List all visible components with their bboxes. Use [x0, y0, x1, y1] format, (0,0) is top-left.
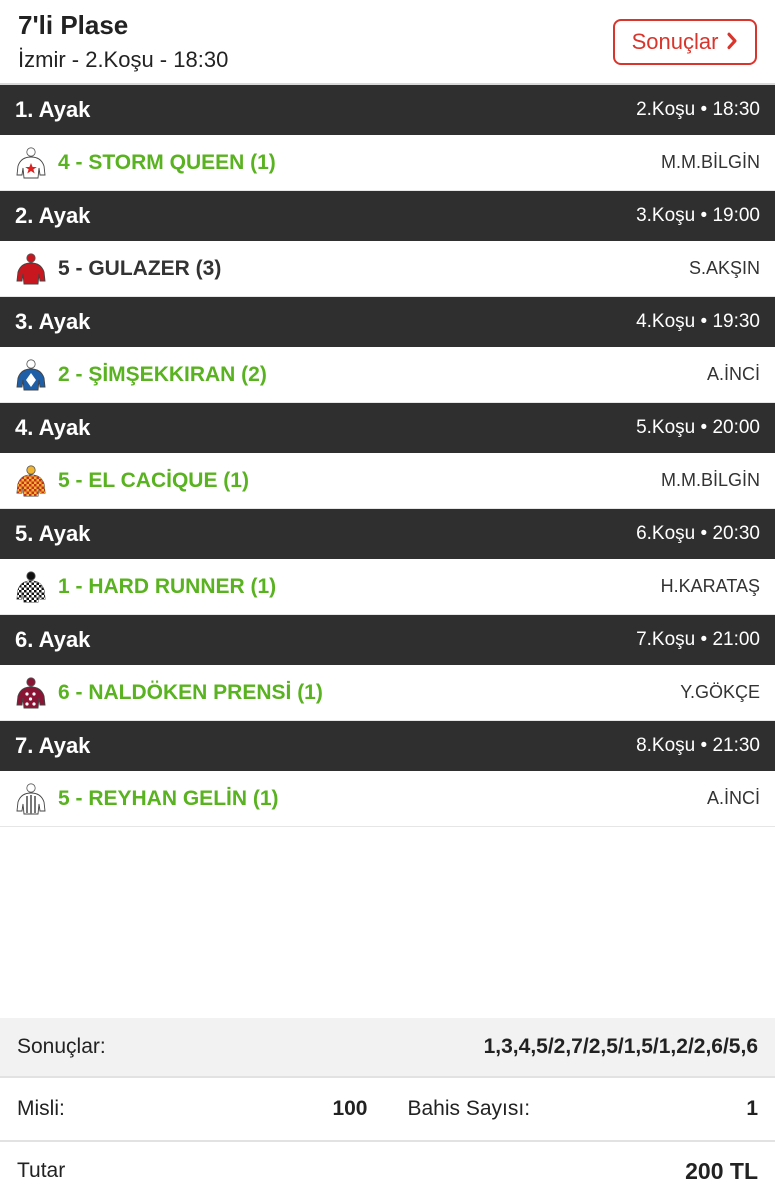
leg-name: 1. Ayak: [15, 97, 91, 122]
runner-row[interactable]: 2 - ŞİMŞEKKIRAN (2) A.İNCİ: [0, 347, 775, 403]
jockey-silk-icon: [14, 676, 48, 710]
runner-name: 1 - HARD RUNNER (1): [58, 574, 277, 598]
results-button[interactable]: Sonuçlar: [613, 19, 757, 65]
jockey-name: M.M.BİLGİN: [660, 152, 760, 172]
results-label: Sonuçlar:: [17, 1035, 106, 1058]
leg-name: 2. Ayak: [15, 203, 91, 228]
bet-count-cell: Bahis Sayısı: 1: [388, 1097, 775, 1121]
leg-header: 5. Ayak 6.Koşu • 20:30: [0, 509, 775, 559]
leg-name: 3. Ayak: [15, 309, 91, 334]
legs-list: 1. Ayak 2.Koşu • 18:30 4 - STORM QUEEN (…: [0, 85, 775, 827]
multiplier-betcount-row: Misli: 100 Bahis Sayısı: 1: [0, 1078, 775, 1142]
runner-row[interactable]: 1 - HARD RUNNER (1) H.KARATAŞ: [0, 559, 775, 615]
jockey-silk-icon: [14, 782, 48, 816]
jockey-name: M.M.BİLGİN: [660, 470, 760, 490]
leg-name: 5. Ayak: [15, 521, 91, 546]
runner-row[interactable]: 4 - STORM QUEEN (1) M.M.BİLGİN: [0, 135, 775, 191]
leg-race-time: 8.Koşu • 21:30: [636, 735, 760, 756]
results-value: 1,3,4,5/2,7/2,5/1,5/1,2/2,6/5,6: [483, 1035, 758, 1058]
jockey-name: Y.GÖKÇE: [680, 682, 760, 702]
page-header: 7'li Plase İzmir - 2.Koşu - 18:30 Sonuçl…: [0, 0, 775, 85]
page-title: 7'li Plase: [18, 10, 129, 40]
leg-race-time: 2.Koşu • 18:30: [636, 99, 760, 120]
leg-race-time: 5.Koşu • 20:00: [636, 417, 760, 438]
bet-count-label: Bahis Sayısı:: [407, 1097, 531, 1120]
leg-race-time: 3.Koşu • 19:00: [636, 205, 760, 226]
jockey-name: A.İNCİ: [706, 364, 760, 384]
jockey-name: A.İNCİ: [706, 788, 760, 808]
leg-name: 7. Ayak: [15, 733, 91, 758]
multiplier-label: Misli:: [17, 1097, 65, 1120]
leg-header: 7. Ayak 8.Koşu • 21:30: [0, 721, 775, 771]
race-info-subtitle: İzmir - 2.Koşu - 18:30: [18, 47, 229, 72]
total-value: 200 TL: [685, 1157, 758, 1184]
total-row: Tutar 200 TL: [0, 1142, 775, 1200]
results-row: Sonuçlar: 1,3,4,5/2,7/2,5/1,5/1,2/2,6/5,…: [0, 1018, 775, 1078]
runner-name: 5 - EL CACİQUE (1): [58, 468, 249, 492]
leg-race-time: 6.Koşu • 20:30: [636, 523, 760, 544]
runner-name: 6 - NALDÖKEN PRENSİ (1): [58, 680, 323, 704]
leg-header: 3. Ayak 4.Koşu • 19:30: [0, 297, 775, 347]
results-button-label: Sonuçlar: [631, 29, 719, 54]
leg-header: 1. Ayak 2.Koşu • 18:30: [0, 85, 775, 135]
runner-row[interactable]: 6 - NALDÖKEN PRENSİ (1) Y.GÖKÇE: [0, 665, 775, 721]
total-label: Tutar: [17, 1159, 66, 1182]
chevron-right-icon: [726, 28, 738, 57]
runner-name: 5 - REYHAN GELİN (1): [58, 786, 279, 810]
leg-header: 6. Ayak 7.Koşu • 21:00: [0, 615, 775, 665]
leg-header: 4. Ayak 5.Koşu • 20:00: [0, 403, 775, 453]
jockey-name: S.AKŞIN: [688, 258, 760, 278]
leg-name: 4. Ayak: [15, 415, 91, 440]
jockey-silk-icon: [14, 464, 48, 498]
jockey-silk-icon: [14, 252, 48, 286]
runner-name: 5 - GULAZER (3): [58, 256, 222, 280]
runner-name: 2 - ŞİMŞEKKIRAN (2): [58, 362, 267, 386]
runner-row[interactable]: 5 - GULAZER (3) S.AKŞIN: [0, 241, 775, 297]
bet-summary: Sonuçlar: 1,3,4,5/2,7/2,5/1,5/1,2/2,6/5,…: [0, 1018, 775, 1200]
runner-name: 4 - STORM QUEEN (1): [58, 150, 276, 174]
jockey-silk-icon: [14, 146, 48, 180]
multiplier-cell: Misli: 100: [0, 1097, 388, 1121]
bet-count-value: 1: [746, 1097, 758, 1120]
multiplier-value: 100: [332, 1097, 368, 1120]
runner-row[interactable]: 5 - EL CACİQUE (1) M.M.BİLGİN: [0, 453, 775, 509]
jockey-silk-icon: [14, 358, 48, 392]
runner-row[interactable]: 5 - REYHAN GELİN (1) A.İNCİ: [0, 771, 775, 827]
jockey-name: H.KARATAŞ: [660, 576, 760, 596]
leg-name: 6. Ayak: [15, 627, 91, 652]
jockey-silk-icon: [14, 570, 48, 604]
leg-race-time: 4.Koşu • 19:30: [636, 311, 760, 332]
leg-race-time: 7.Koşu • 21:00: [636, 629, 760, 650]
leg-header: 2. Ayak 3.Koşu • 19:00: [0, 191, 775, 241]
